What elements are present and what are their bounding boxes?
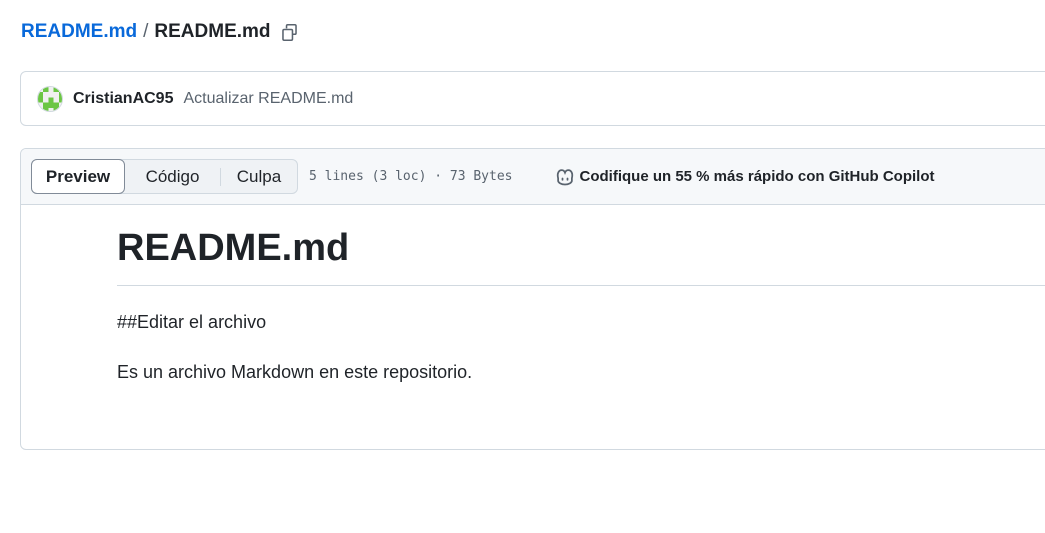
markdown-paragraph: ##Editar el archivo <box>117 311 267 332</box>
copy-icon <box>282 23 297 41</box>
copilot-icon <box>555 167 575 187</box>
tab-blame[interactable]: Culpa <box>221 159 297 194</box>
latest-commit-box: CristianAC95 Actualizar README.md <box>20 71 1045 126</box>
breadcrumb-separator: / <box>143 21 149 42</box>
copilot-promo-label: Codifique un 55 % más rápido con GitHub … <box>579 168 935 185</box>
markdown-paragraph: Es un archivo Markdown en este repositor… <box>117 361 473 382</box>
copy-path-button[interactable] <box>279 21 301 43</box>
breadcrumb-repo-link[interactable]: README.md <box>21 21 137 43</box>
identicon-icon <box>38 86 62 111</box>
markdown-body: README.md ##Editar el archivo Es un arch… <box>21 205 1045 384</box>
breadcrumb: README.md / README.md <box>21 18 301 46</box>
markdown-heading: README.md <box>117 225 1045 286</box>
tab-code[interactable]: Código <box>125 159 220 194</box>
commit-message-link[interactable]: Actualizar README.md <box>183 90 353 108</box>
breadcrumb-file-name: README.md <box>154 21 271 42</box>
avatar[interactable] <box>37 85 63 112</box>
tab-preview[interactable]: Preview <box>31 159 125 194</box>
file-header: Preview Código Culpa 5 lines (3 loc) · 7… <box>21 149 1045 205</box>
file-meta-info: 5 lines (3 loc) · 73 Bytes <box>309 169 513 184</box>
view-mode-segmented-control: Preview Código Culpa <box>31 159 298 194</box>
copilot-promo-link[interactable]: Codifique un 55 % más rápido con GitHub … <box>555 167 935 187</box>
file-viewer: Preview Código Culpa 5 lines (3 loc) · 7… <box>20 148 1045 450</box>
commit-author-link[interactable]: CristianAC95 <box>73 90 173 108</box>
